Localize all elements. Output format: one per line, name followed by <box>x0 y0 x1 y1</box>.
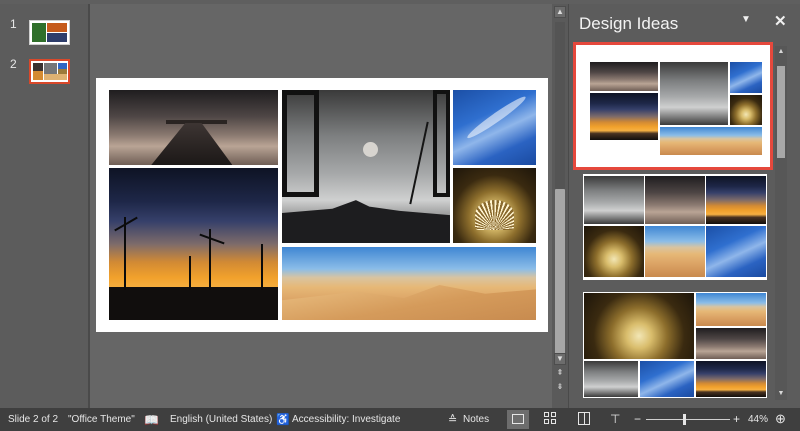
idea2-wind <box>706 176 766 224</box>
slide-number-1: 1 <box>10 17 17 31</box>
slide-sorter-icon <box>544 412 549 417</box>
notes-icon[interactable]: ≙ <box>448 413 457 426</box>
idea3-pier <box>696 328 766 359</box>
idea2-desert <box>645 226 705 277</box>
zoom-in-button[interactable]: + <box>733 412 740 426</box>
design-scroll-down-button[interactable]: ▼ <box>776 389 786 399</box>
design-scroll-up-button[interactable]: ▲ <box>776 47 786 57</box>
notes-button[interactable]: Notes <box>463 414 489 425</box>
previous-slide-icon[interactable]: ⇞ <box>554 368 566 380</box>
normal-view-icon <box>512 414 524 424</box>
idea1-sky <box>730 62 762 93</box>
spell-check-book-icon[interactable]: 📖 <box>144 413 159 427</box>
desert-dunes-photo[interactable] <box>282 247 536 320</box>
slide-thumbnail-2[interactable] <box>29 59 70 84</box>
design-idea-3[interactable] <box>583 292 767 398</box>
design-idea-2[interactable] <box>583 174 767 280</box>
accessibility-button[interactable]: Accessibility: Investigate <box>292 414 400 425</box>
idea1-pier <box>590 62 658 91</box>
next-slide-icon[interactable]: ⇟ <box>554 382 566 394</box>
reading-view-button[interactable] <box>578 412 590 425</box>
status-bar: Slide 2 of 2 "Office Theme" 📖 English (U… <box>0 408 800 431</box>
language-button[interactable]: English (United States) <box>170 414 272 425</box>
close-icon[interactable]: ✕ <box>774 12 787 30</box>
blue-sky-photo[interactable] <box>453 90 536 165</box>
slide-count-text: Slide 2 of 2 <box>8 414 59 425</box>
design-pane-scrollbar[interactable]: ▲ ▼ <box>775 46 787 400</box>
idea1-desert <box>660 127 762 155</box>
current-slide[interactable] <box>96 78 548 332</box>
idea2-pier <box>645 176 705 224</box>
idea1-wind <box>590 93 658 140</box>
design-ideas-pane: Design Ideas ▼ ✕ ▲ ▼ <box>568 4 800 408</box>
design-idea-1[interactable] <box>573 42 773 170</box>
window-moon-photo[interactable] <box>282 90 450 243</box>
zoom-slider-knob[interactable] <box>683 414 686 425</box>
design-ideas-title: Design Ideas <box>579 14 679 33</box>
slide-thumbnail-1[interactable] <box>29 20 70 45</box>
reading-view-icon <box>584 413 585 424</box>
idea1-dandelion <box>730 95 762 125</box>
scroll-thumb[interactable] <box>555 189 565 359</box>
idea3-window <box>584 361 638 397</box>
idea3-sky <box>640 361 694 397</box>
accessibility-icon[interactable]: ♿ <box>276 413 290 426</box>
normal-view-button[interactable] <box>507 410 529 429</box>
idea2-dandelion <box>584 226 644 277</box>
slideshow-icon[interactable]: ⊤ <box>610 412 620 426</box>
fit-to-window-icon[interactable]: ⊕ <box>775 411 786 427</box>
wind-turbines-photo[interactable] <box>109 168 278 320</box>
idea1-window <box>660 62 728 125</box>
idea2-sky <box>706 226 766 277</box>
slide-thumbnail-pane: 1 2 <box>0 4 88 408</box>
dropdown-triangle-icon[interactable]: ▼ <box>741 14 751 25</box>
idea2-window <box>584 176 644 224</box>
scroll-up-button[interactable]: ▲ <box>554 6 566 18</box>
idea3-desert <box>696 293 766 326</box>
idea3-dandelion <box>584 293 694 359</box>
theme-name-text: "Office Theme" <box>68 414 135 425</box>
slide-vertical-scrollbar[interactable]: ▲ ▼ ⇞ ⇟ <box>552 4 568 408</box>
slide-sorter-button[interactable] <box>544 412 558 426</box>
zoom-level-text[interactable]: 44% <box>748 414 768 425</box>
zoom-out-button[interactable]: − <box>634 412 641 426</box>
dandelion-photo[interactable] <box>453 168 536 243</box>
design-scroll-thumb[interactable] <box>777 66 785 158</box>
scroll-down-button[interactable]: ▼ <box>554 353 566 365</box>
slide-number-2: 2 <box>10 57 17 71</box>
idea3-wind <box>696 361 766 397</box>
pier-photo[interactable] <box>109 90 278 165</box>
zoom-slider-track[interactable] <box>646 419 730 420</box>
